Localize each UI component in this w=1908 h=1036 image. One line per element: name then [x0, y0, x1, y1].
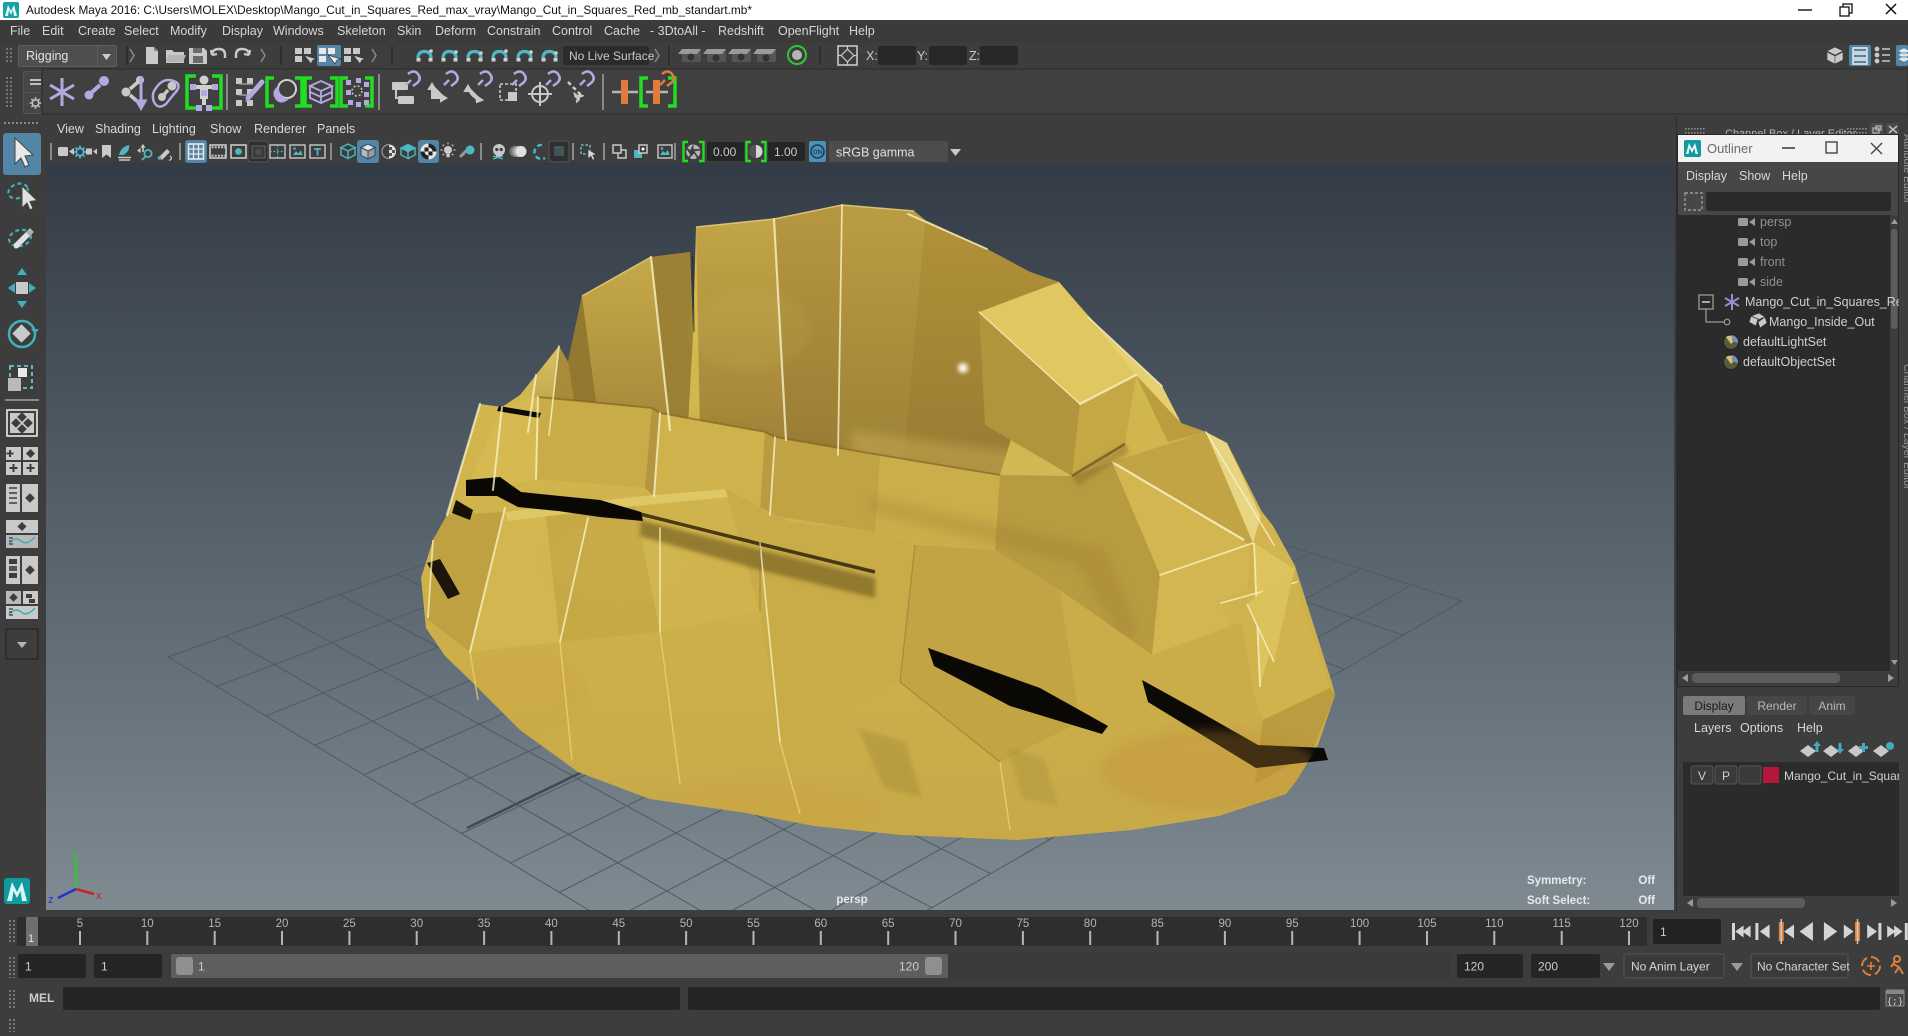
svg-text:Mango_Cut_in_Squares_Red: Mango_Cut_in_Squares_Red: [1745, 295, 1908, 309]
svg-text:V: V: [1698, 769, 1706, 783]
svg-text:Mango_Cut_in_Square: Mango_Cut_in_Square: [1784, 769, 1908, 783]
svg-text:No Anim Layer: No Anim Layer: [1631, 960, 1710, 974]
svg-text:120: 120: [899, 960, 919, 974]
svg-text:persp: persp: [836, 894, 867, 906]
svg-text:defaultLightSet: defaultLightSet: [1743, 335, 1827, 349]
svg-text:95: 95: [1286, 918, 1299, 930]
svg-text:45: 45: [612, 918, 625, 930]
svg-text:Soft Select:: Soft Select:: [1527, 895, 1590, 907]
svg-text:No Character Set: No Character Set: [1757, 960, 1850, 974]
svg-text:80: 80: [1084, 918, 1097, 930]
svg-text:Channel Box / Layer Editor: Channel Box / Layer Editor: [1901, 364, 1908, 490]
svg-text:Symmetry:: Symmetry:: [1527, 875, 1586, 887]
svg-text:{;}: {;}: [1887, 997, 1903, 1007]
svg-text:ON: ON: [813, 150, 822, 156]
svg-text:110: 110: [1485, 918, 1503, 930]
svg-text:50: 50: [680, 918, 693, 930]
svg-text:15: 15: [208, 918, 221, 930]
svg-text:top: top: [1760, 235, 1777, 249]
svg-text:Display: Display: [1694, 699, 1733, 713]
svg-text:Outliner: Outliner: [1707, 141, 1753, 156]
svg-text:Anim: Anim: [1818, 699, 1845, 713]
svg-text:1: 1: [198, 960, 205, 974]
svg-text:Mango_Inside_Out: Mango_Inside_Out: [1769, 315, 1875, 329]
svg-text:sRGB gamma: sRGB gamma: [836, 146, 915, 160]
svg-text:1: 1: [1660, 925, 1667, 939]
svg-text:side: side: [1760, 275, 1783, 289]
svg-text:Help: Help: [1782, 169, 1808, 183]
svg-text:Off: Off: [1638, 875, 1655, 887]
svg-text:75: 75: [1016, 918, 1029, 930]
svg-text:40: 40: [545, 918, 558, 930]
svg-text:20: 20: [276, 918, 289, 930]
svg-text:1: 1: [101, 960, 108, 974]
svg-text:90: 90: [1219, 918, 1232, 930]
svg-text:Z:: Z:: [969, 49, 980, 63]
svg-text:1.00: 1.00: [774, 145, 798, 159]
svg-text:Off: Off: [1638, 895, 1655, 907]
svg-text:60: 60: [814, 918, 827, 930]
svg-text:X:: X:: [866, 49, 878, 63]
svg-text:120: 120: [1619, 918, 1638, 930]
svg-text:persp: persp: [1760, 215, 1791, 229]
svg-text:Display: Display: [1686, 169, 1728, 183]
svg-text:100: 100: [1350, 918, 1369, 930]
svg-text:55: 55: [747, 918, 760, 930]
svg-text:65: 65: [882, 918, 895, 930]
svg-text:front: front: [1760, 255, 1786, 269]
svg-text:Options: Options: [1740, 721, 1783, 735]
svg-text:5: 5: [77, 918, 83, 930]
svg-text:25: 25: [343, 918, 356, 930]
svg-text:35: 35: [478, 918, 491, 930]
svg-text:x: x: [96, 890, 102, 902]
svg-text:115: 115: [1552, 918, 1570, 930]
svg-text:30: 30: [410, 918, 423, 930]
svg-text:Render: Render: [1757, 699, 1796, 713]
svg-text:105: 105: [1417, 918, 1436, 930]
svg-text:Attribute Editor: Attribute Editor: [1901, 134, 1908, 204]
svg-text:1: 1: [28, 933, 34, 945]
svg-text:10: 10: [141, 918, 154, 930]
svg-text:85: 85: [1151, 918, 1164, 930]
svg-text:120: 120: [1464, 960, 1484, 974]
svg-text:defaultObjectSet: defaultObjectSet: [1743, 355, 1836, 369]
svg-text:z: z: [48, 894, 54, 906]
svg-text:1: 1: [25, 960, 32, 974]
svg-text:Help: Help: [1797, 721, 1823, 735]
svg-text:Layers: Layers: [1694, 721, 1732, 735]
svg-text:0.00: 0.00: [713, 145, 737, 159]
svg-text:y: y: [72, 847, 78, 859]
svg-text:Show: Show: [1739, 169, 1771, 183]
svg-text:70: 70: [949, 918, 962, 930]
svg-text:Y:: Y:: [917, 49, 928, 63]
svg-text:No Live Surface: No Live Surface: [569, 49, 655, 63]
svg-text:P: P: [1722, 769, 1730, 783]
svg-text:200: 200: [1538, 960, 1558, 974]
